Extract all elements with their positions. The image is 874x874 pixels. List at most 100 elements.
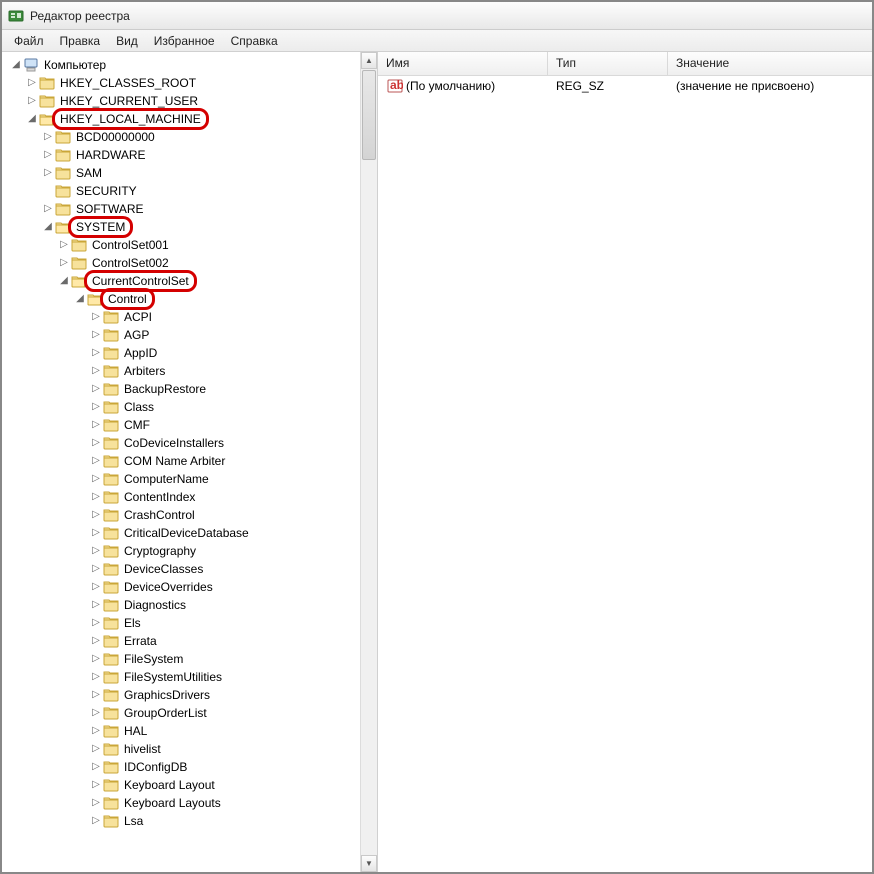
expand-toggle[interactable]: ▷ [42, 200, 54, 218]
expand-toggle[interactable]: ◢ [58, 272, 70, 290]
tree-control-child[interactable]: ▷ AGP [6, 326, 375, 344]
tree-control-child[interactable]: ▷ GraphicsDrivers [6, 686, 375, 704]
expand-toggle[interactable]: ▷ [90, 470, 102, 488]
expand-toggle[interactable]: ▷ [90, 542, 102, 560]
expand-toggle[interactable]: ▷ [90, 704, 102, 722]
menu-favorites[interactable]: Избранное [146, 32, 223, 50]
tree-control-child[interactable]: ▷ FileSystem [6, 650, 375, 668]
tree-control[interactable]: ◢ Control [6, 290, 375, 308]
tree-control-child[interactable]: ▷ CMF [6, 416, 375, 434]
expand-toggle[interactable]: ▷ [90, 416, 102, 434]
scroll-up-button[interactable]: ▲ [361, 52, 377, 69]
expand-toggle[interactable]: ▷ [58, 254, 70, 272]
menu-view[interactable]: Вид [108, 32, 146, 50]
tree-system[interactable]: ◢ SYSTEM [6, 218, 375, 236]
scroll-down-button[interactable]: ▼ [361, 855, 377, 872]
tree-control-child[interactable]: ▷ Cryptography [6, 542, 375, 560]
tree-control-child[interactable]: ▷ FileSystemUtilities [6, 668, 375, 686]
tree-control-child[interactable]: ▷ CriticalDeviceDatabase [6, 524, 375, 542]
registry-tree[interactable]: ◢ Компьютер ▷ HKEY_CLASSES_ROOT ▷ HKEY_C… [2, 52, 377, 834]
tree-control-child[interactable]: ▷ ContentIndex [6, 488, 375, 506]
expand-toggle[interactable]: ◢ [74, 290, 86, 308]
tree-control-child[interactable]: ▷ AppID [6, 344, 375, 362]
tree-control-child[interactable]: ▷ Els [6, 614, 375, 632]
tree-control-child[interactable]: ▷ Class [6, 398, 375, 416]
column-header-value[interactable]: Значение [668, 52, 872, 75]
expand-toggle[interactable]: ◢ [10, 56, 22, 74]
tree-hklm[interactable]: ◢ HKEY_LOCAL_MACHINE [6, 110, 375, 128]
menu-edit[interactable]: Правка [52, 32, 109, 50]
tree-currentcontrolset[interactable]: ◢ CurrentControlSet [6, 272, 375, 290]
tree-software[interactable]: ▷ SOFTWARE [6, 200, 375, 218]
scroll-thumb[interactable] [362, 70, 376, 160]
tree-control-child[interactable]: ▷ IDConfigDB [6, 758, 375, 776]
tree-control-child[interactable]: ▷ Errata [6, 632, 375, 650]
tree-control-child[interactable]: ▷ HAL [6, 722, 375, 740]
expand-toggle[interactable]: ▷ [90, 668, 102, 686]
expand-toggle[interactable]: ▷ [26, 74, 38, 92]
expand-toggle[interactable]: ▷ [90, 812, 102, 830]
menu-file[interactable]: Файл [6, 32, 52, 50]
expand-toggle[interactable]: ◢ [42, 218, 54, 236]
expand-toggle[interactable]: ▷ [42, 128, 54, 146]
expand-toggle[interactable]: ▷ [90, 614, 102, 632]
expand-toggle[interactable]: ▷ [90, 524, 102, 542]
expand-toggle[interactable]: ▷ [90, 488, 102, 506]
tree-control-child[interactable]: ▷ COM Name Arbiter [6, 452, 375, 470]
tree-hkcu[interactable]: ▷ HKEY_CURRENT_USER [6, 92, 375, 110]
expand-toggle[interactable]: ▷ [42, 164, 54, 182]
tree-root-computer[interactable]: ◢ Компьютер [6, 56, 375, 74]
tree-hkcr[interactable]: ▷ HKEY_CLASSES_ROOT [6, 74, 375, 92]
tree-scrollbar[interactable]: ▲ ▼ [360, 52, 377, 872]
expand-toggle[interactable]: ▷ [90, 758, 102, 776]
expand-toggle[interactable]: ▷ [90, 794, 102, 812]
tree-control-child[interactable]: ▷ Diagnostics [6, 596, 375, 614]
expand-toggle[interactable]: ◢ [26, 110, 38, 128]
expand-toggle[interactable]: ▷ [90, 362, 102, 380]
expand-toggle[interactable]: ▷ [90, 776, 102, 794]
expand-toggle[interactable]: ▷ [90, 344, 102, 362]
tree-control-child[interactable]: ▷ CrashControl [6, 506, 375, 524]
expand-toggle[interactable]: ▷ [90, 434, 102, 452]
expand-toggle[interactable]: ▷ [26, 92, 38, 110]
tree-control-child[interactable]: ▷ Lsa [6, 812, 375, 830]
values-list[interactable]: ab (По умолчанию) REG_SZ (значение не пр… [378, 76, 872, 872]
column-header-name[interactable]: Имя [378, 52, 548, 75]
expand-toggle[interactable]: ▷ [90, 650, 102, 668]
tree-control-child[interactable]: ▷ ComputerName [6, 470, 375, 488]
tree-control-child[interactable]: ▷ DeviceClasses [6, 560, 375, 578]
expand-toggle[interactable]: ▷ [90, 722, 102, 740]
tree-control-child[interactable]: ▷ BackupRestore [6, 380, 375, 398]
expand-toggle[interactable]: ▷ [90, 686, 102, 704]
expand-toggle[interactable]: ▷ [90, 578, 102, 596]
tree-security[interactable]: SECURITY [6, 182, 375, 200]
value-row[interactable]: ab (По умолчанию) REG_SZ (значение не пр… [378, 76, 872, 96]
tree-bcd[interactable]: ▷ BCD00000000 [6, 128, 375, 146]
expand-toggle[interactable]: ▷ [90, 398, 102, 416]
expand-toggle[interactable]: ▷ [58, 236, 70, 254]
menu-help[interactable]: Справка [223, 32, 286, 50]
expand-toggle[interactable]: ▷ [90, 560, 102, 578]
tree-cs002[interactable]: ▷ ControlSet002 [6, 254, 375, 272]
tree-control-child[interactable]: ▷ Keyboard Layouts [6, 794, 375, 812]
expand-toggle[interactable]: ▷ [90, 632, 102, 650]
expand-toggle[interactable]: ▷ [90, 596, 102, 614]
expand-toggle[interactable]: ▷ [42, 146, 54, 164]
tree-control-child[interactable]: ▷ CoDeviceInstallers [6, 434, 375, 452]
tree-control-child[interactable]: ▷ ACPI [6, 308, 375, 326]
tree-control-child[interactable]: ▷ DeviceOverrides [6, 578, 375, 596]
tree-control-child[interactable]: ▷ GroupOrderList [6, 704, 375, 722]
tree-cs001[interactable]: ▷ ControlSet001 [6, 236, 375, 254]
expand-toggle[interactable]: ▷ [90, 308, 102, 326]
expand-toggle[interactable]: ▷ [90, 452, 102, 470]
expand-toggle[interactable]: ▷ [90, 326, 102, 344]
column-header-type[interactable]: Тип [548, 52, 668, 75]
tree-control-child[interactable]: ▷ hivelist [6, 740, 375, 758]
expand-toggle[interactable]: ▷ [90, 740, 102, 758]
tree-hardware[interactable]: ▷ HARDWARE [6, 146, 375, 164]
tree-control-child[interactable]: ▷ Keyboard Layout [6, 776, 375, 794]
tree-control-child[interactable]: ▷ Arbiters [6, 362, 375, 380]
expand-toggle[interactable]: ▷ [90, 506, 102, 524]
expand-toggle[interactable]: ▷ [90, 380, 102, 398]
tree-sam[interactable]: ▷ SAM [6, 164, 375, 182]
